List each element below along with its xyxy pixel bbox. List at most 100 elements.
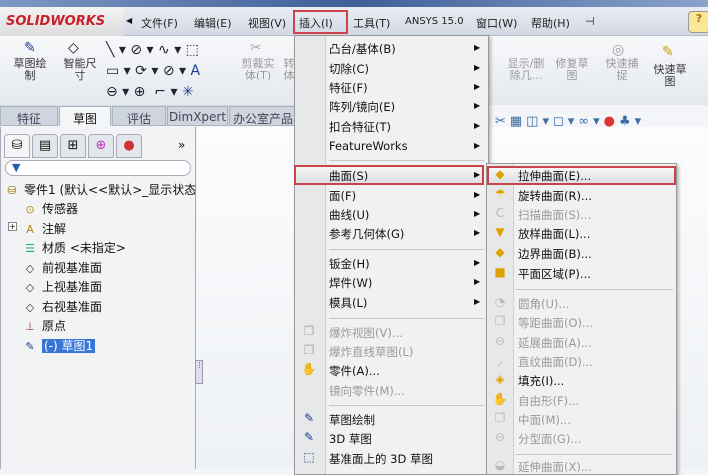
menu-edit[interactable]: 编辑(E) bbox=[194, 15, 232, 31]
filter-input[interactable]: ▼ bbox=[5, 160, 191, 176]
tree-item[interactable]: ◇ 上视基准面 bbox=[22, 278, 102, 295]
tree-item[interactable]: ⊥ 原点 bbox=[22, 317, 66, 334]
submenu-arrow-icon: ▶ bbox=[474, 170, 481, 179]
right-plane-icon: ◇ bbox=[25, 300, 35, 314]
surface-item-9[interactable]: 延展曲面(A)... bbox=[518, 335, 592, 351]
surface-item-13[interactable]: 中面(M)... bbox=[518, 412, 571, 428]
material-icon: ☰ bbox=[25, 242, 35, 255]
menu-item-16[interactable]: 零件(A)... bbox=[329, 363, 380, 379]
tree-root[interactable]: ⛁ 零件1 (默认<<默认>_显示状态 bbox=[4, 181, 196, 198]
quick-snaps-button[interactable]: 快速捕 捉 bbox=[602, 58, 642, 82]
surface-item-icon: ⊖ bbox=[494, 430, 506, 444]
show-delete-relations-button[interactable]: 显示/删 除几... bbox=[503, 58, 549, 82]
tree-item-label: 材质 <未指定> bbox=[42, 241, 126, 255]
surface-item-icon: ▼ bbox=[495, 225, 505, 239]
menu-insert[interactable]: 插入(I) bbox=[299, 15, 333, 31]
surface-item-12[interactable]: 自由形(F)... bbox=[518, 393, 579, 409]
surface-item-5[interactable]: 边界曲面(B)... bbox=[518, 246, 592, 262]
feature-tree-tab-icon[interactable]: ⛁ bbox=[4, 134, 30, 158]
menu-item-4[interactable]: 阵列/镜向(E) bbox=[329, 99, 395, 115]
tab-dimxpert[interactable]: DimXpert bbox=[167, 106, 228, 126]
sensor-folder-icon: ⊙ bbox=[25, 203, 35, 216]
sketch-button[interactable]: 草图绘 制 bbox=[10, 58, 50, 82]
repair-sketch-button[interactable]: 修复草 图 bbox=[552, 58, 592, 82]
pin-icon[interactable]: ⊣ bbox=[585, 15, 595, 28]
surface-item-icon: ⊖ bbox=[494, 334, 506, 348]
surface-item-icon: ☂ bbox=[494, 187, 506, 201]
menu-item-1[interactable]: 凸台/基体(B) bbox=[329, 41, 396, 57]
menu-item-11[interactable]: 钣金(H) bbox=[329, 256, 370, 272]
menu-item-8[interactable]: 面(F) bbox=[329, 188, 356, 204]
menu-item-12[interactable]: 焊件(W) bbox=[329, 275, 372, 291]
surface-item-4[interactable]: 放样曲面(L)... bbox=[518, 226, 590, 242]
submenu-arrow-icon: ▶ bbox=[474, 141, 481, 150]
tree-item-label: 传感器 bbox=[42, 202, 79, 216]
surface-item-3[interactable]: 扫描曲面(S)... bbox=[518, 207, 591, 223]
tab-features[interactable]: 特征 bbox=[0, 106, 58, 126]
menu-help[interactable]: 帮助(H) bbox=[531, 15, 570, 31]
menu-item-20[interactable]: 基准面上的 3D 草图 bbox=[329, 451, 433, 467]
menu-item-10[interactable]: 参考几何体(G) bbox=[329, 226, 404, 242]
surface-item-2[interactable]: 旋转曲面(R)... bbox=[518, 188, 592, 204]
menu-item-17[interactable]: 镜向零件(M)... bbox=[329, 383, 405, 399]
menu-item-7[interactable]: 曲面(S) bbox=[329, 168, 368, 184]
tree-item[interactable]: ◇ 前视基准面 bbox=[22, 259, 102, 276]
menu-item-3[interactable]: 特征(F) bbox=[329, 80, 368, 96]
tab-evaluate[interactable]: 评估 bbox=[112, 106, 166, 126]
menu-view[interactable]: 视图(V) bbox=[248, 15, 286, 31]
smart-dimension-button[interactable]: 智能尺 寸 bbox=[58, 58, 102, 82]
dimxpert-tab-icon[interactable]: ⊕ bbox=[88, 134, 114, 158]
menu-separator bbox=[329, 160, 484, 161]
menu-item-18[interactable]: 草图绘制 bbox=[329, 412, 375, 428]
submenu-arrow-icon: ▶ bbox=[474, 258, 481, 267]
menu-tools[interactable]: 工具(T) bbox=[353, 15, 390, 31]
collapse-arrow-icon[interactable]: ◀ bbox=[126, 16, 132, 25]
menu-separator bbox=[329, 249, 484, 250]
surface-item-icon: C bbox=[495, 206, 505, 220]
trim-entities-button[interactable]: 剪裁实 体(T) bbox=[236, 58, 280, 82]
expand-panel-icon[interactable]: » bbox=[178, 138, 185, 152]
surface-item-14[interactable]: 分型面(G)... bbox=[518, 431, 581, 447]
surface-item-icon: ❐ bbox=[494, 314, 506, 328]
surface-item-icon: ◞ bbox=[497, 353, 503, 367]
menu-item-6[interactable]: FeatureWorks bbox=[329, 139, 408, 153]
display-manager-tab-icon[interactable]: ● bbox=[116, 134, 142, 158]
surface-menu-highlight bbox=[294, 165, 484, 185]
menu-item-9[interactable]: 曲线(U) bbox=[329, 207, 369, 223]
submenu-arrow-icon: ▶ bbox=[474, 190, 481, 199]
surface-item-6[interactable]: 平面区域(P)... bbox=[518, 266, 591, 282]
surface-item-11[interactable]: 填充(I)... bbox=[518, 373, 564, 389]
help-icon[interactable]: ? bbox=[688, 11, 708, 33]
sketch-tools-grid[interactable]: ╲ ▾ ⊘ ▾ ∿ ▾ ⬚ ▭ ▾ ⟳ ▾ ⊘ ▾ A ⊖ ▾ ⊕ ⌐ ▾ ✳ bbox=[106, 40, 236, 103]
menu-item-2[interactable]: 切除(C) bbox=[329, 61, 369, 77]
menu-item-5[interactable]: 扣合特征(T) bbox=[329, 119, 391, 135]
tree-item[interactable]: A 注解 bbox=[22, 220, 66, 237]
menu-item-14[interactable]: 爆炸视图(V)... bbox=[329, 325, 403, 341]
tree-item[interactable]: ☰ 材质 <未指定> bbox=[22, 239, 126, 256]
menu-ansys[interactable]: ANSYS 15.0 bbox=[405, 16, 464, 27]
menu-window[interactable]: 窗口(W) bbox=[476, 15, 517, 31]
menu-file[interactable]: 文件(F) bbox=[141, 15, 178, 31]
menu-item-19[interactable]: 3D 草图 bbox=[329, 431, 372, 447]
property-manager-tab-icon[interactable]: ▤ bbox=[32, 134, 58, 158]
submenu-arrow-icon: ▶ bbox=[474, 101, 481, 110]
menu-item-13[interactable]: 模具(L) bbox=[329, 295, 367, 311]
expand-icon[interactable]: + bbox=[8, 222, 17, 231]
panel-resize-handle[interactable]: ⋮ bbox=[195, 360, 203, 384]
surface-item-8[interactable]: 等距曲面(O)... bbox=[518, 315, 593, 331]
tab-sketch[interactable]: 草图 bbox=[59, 106, 111, 126]
submenu-arrow-icon: ▶ bbox=[474, 82, 481, 91]
menu-item-15[interactable]: 爆炸直线草图(L) bbox=[329, 344, 413, 360]
tree-item[interactable]: ✎ (-) 草图1 bbox=[22, 337, 96, 354]
surface-item-10[interactable]: 直纹曲面(D)... bbox=[518, 354, 593, 370]
surface-item-1[interactable]: 拉伸曲面(E)... bbox=[518, 168, 591, 184]
rapid-sketch-button[interactable]: 快速草 图 bbox=[648, 64, 692, 88]
tree-item[interactable]: ⊙ 传感器 bbox=[22, 200, 78, 217]
surface-item-icon: ◆ bbox=[495, 167, 505, 181]
tab-office-products[interactable]: 办公室产品 bbox=[229, 106, 297, 126]
surface-item-15[interactable]: 延伸曲面(X)... bbox=[518, 459, 592, 475]
tree-item[interactable]: ◇ 右视基准面 bbox=[22, 298, 102, 315]
surface-item-7[interactable]: 圆角(U)... bbox=[518, 296, 569, 312]
configuration-tab-icon[interactable]: ⊞ bbox=[60, 134, 86, 158]
sketch-icon: ✎ bbox=[24, 40, 36, 56]
